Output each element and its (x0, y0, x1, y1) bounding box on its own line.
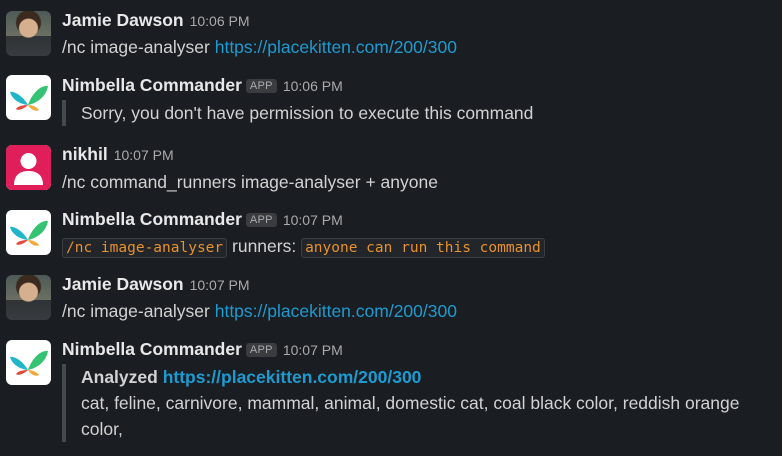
message-body: /nc command_runners image-analyser + any… (62, 172, 438, 193)
message-body: /nc image-analyser runners: anyone can r… (62, 236, 545, 258)
avatar[interactable] (6, 145, 51, 190)
message-header: Jamie Dawson 10:07 PM (62, 274, 250, 295)
message-header: Nimbella Commander APP 10:07 PM (62, 339, 343, 360)
message-header: nikhil 10:07 PM (62, 144, 174, 165)
timestamp[interactable]: 10:07 PM (114, 147, 174, 163)
message-text: runners: (227, 236, 302, 256)
attachment-label: Analyzed (81, 367, 163, 387)
timestamp[interactable]: 10:06 PM (190, 13, 250, 29)
timestamp[interactable]: 10:06 PM (283, 78, 343, 94)
message-link[interactable]: https://placekitten.com/200/300 (215, 37, 457, 57)
timestamp[interactable]: 10:07 PM (190, 277, 250, 293)
author-name[interactable]: nikhil (62, 144, 108, 164)
nimbella-butterfly-logo (10, 85, 48, 111)
app-badge: APP (245, 343, 277, 357)
author-name[interactable]: Jamie Dawson (62, 10, 184, 30)
attachment-text: color, (81, 419, 123, 439)
author-name[interactable]: Jamie Dawson (62, 274, 184, 294)
message-header: Nimbella Commander APP 10:06 PM (62, 75, 343, 96)
author-name[interactable]: Nimbella Commander (62, 339, 242, 359)
message-quote: Sorry, you don't have permission to exec… (62, 100, 533, 126)
avatar[interactable] (6, 75, 51, 120)
message-link[interactable]: https://placekitten.com/200/300 (215, 301, 457, 321)
timestamp[interactable]: 10:07 PM (283, 212, 343, 228)
attachment-text: cat, feline, carnivore, mammal, animal, … (81, 393, 740, 413)
author-name[interactable]: Nimbella Commander (62, 75, 242, 95)
avatar[interactable] (6, 11, 51, 56)
timestamp[interactable]: 10:07 PM (283, 342, 343, 358)
avatar[interactable] (6, 275, 51, 320)
inline-code: /nc image-analyser (62, 238, 228, 258)
nimbella-butterfly-logo (10, 220, 48, 246)
message-body: /nc image-analyser https://placekitten.c… (62, 301, 457, 322)
inline-code: anyone can run this command (301, 238, 545, 258)
message-text: /nc image-analyser (62, 301, 215, 321)
app-badge: APP (245, 213, 277, 227)
app-badge: APP (245, 79, 277, 93)
attachment-title: Analyzed https://placekitten.com/200/300 (81, 364, 781, 390)
person-silhouette-icon (6, 145, 51, 190)
attachment-link[interactable]: https://placekitten.com/200/300 (163, 367, 422, 387)
message-header: Jamie Dawson 10:06 PM (62, 10, 250, 31)
nimbella-butterfly-logo (10, 350, 48, 376)
attachment-block: Analyzed https://placekitten.com/200/300… (62, 364, 781, 442)
message-text: /nc image-analyser (62, 37, 215, 57)
message-text: Sorry, you don't have permission to exec… (81, 103, 534, 123)
author-name[interactable]: Nimbella Commander (62, 209, 242, 229)
avatar[interactable] (6, 210, 51, 255)
message-text: /nc command_runners image-analyser + any… (62, 172, 438, 192)
message-header: Nimbella Commander APP 10:07 PM (62, 209, 343, 230)
message-body: /nc image-analyser https://placekitten.c… (62, 37, 457, 58)
avatar[interactable] (6, 340, 51, 385)
